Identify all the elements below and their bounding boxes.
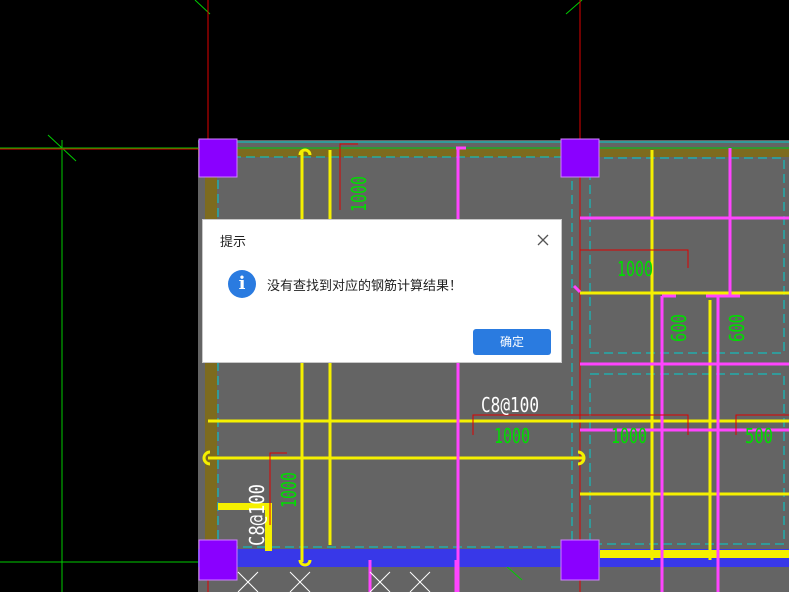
dim-label: 1000 [494,424,530,448]
dialog-message: 没有查找到对应的钢筋计算结果！ [267,279,463,294]
dim-label: 1000 [277,472,301,508]
dialog-title: 提示 [220,235,247,250]
dim-label: 1000 [611,424,647,448]
close-icon[interactable] [536,232,550,246]
info-icon: i [228,270,256,298]
bottom-beam [198,549,598,567]
slab-area [198,140,789,592]
confirm-button[interactable]: 确定 [473,329,551,355]
dim-label: 600 [725,314,749,342]
dim-label: 500 [745,424,773,448]
message-dialog: 提示 i 没有查找到对应的钢筋计算结果！ 确定 [202,219,562,363]
rebar-spec-label: C8@100 [481,393,539,417]
rebar-spec-label: C8@100 [245,484,269,546]
yellow-bar-thick [600,550,789,558]
dim-label: 600 [667,314,691,342]
dim-label: 1000 [617,257,653,281]
dim-label: 1000 [347,176,371,212]
